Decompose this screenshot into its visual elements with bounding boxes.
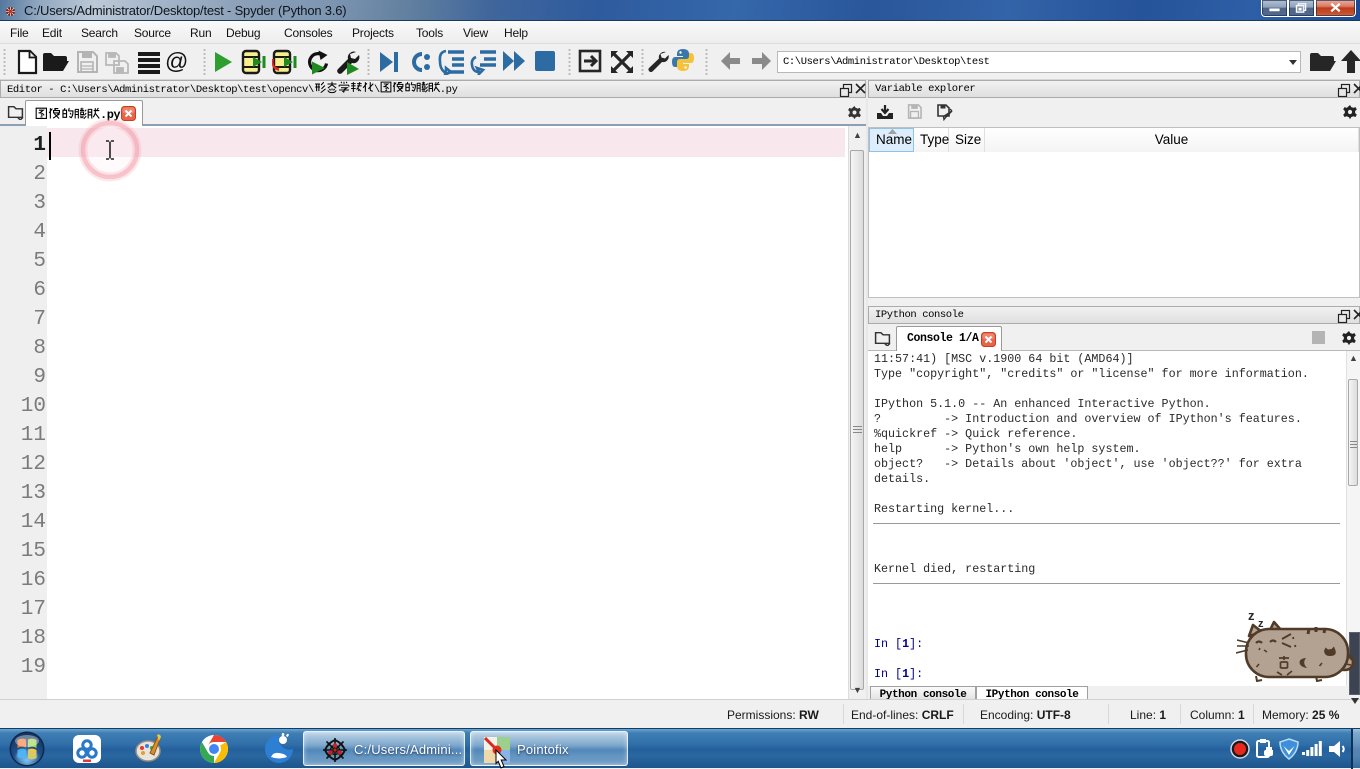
svg-text:z: z	[1258, 618, 1264, 630]
svg-text:z: z	[1248, 608, 1255, 623]
